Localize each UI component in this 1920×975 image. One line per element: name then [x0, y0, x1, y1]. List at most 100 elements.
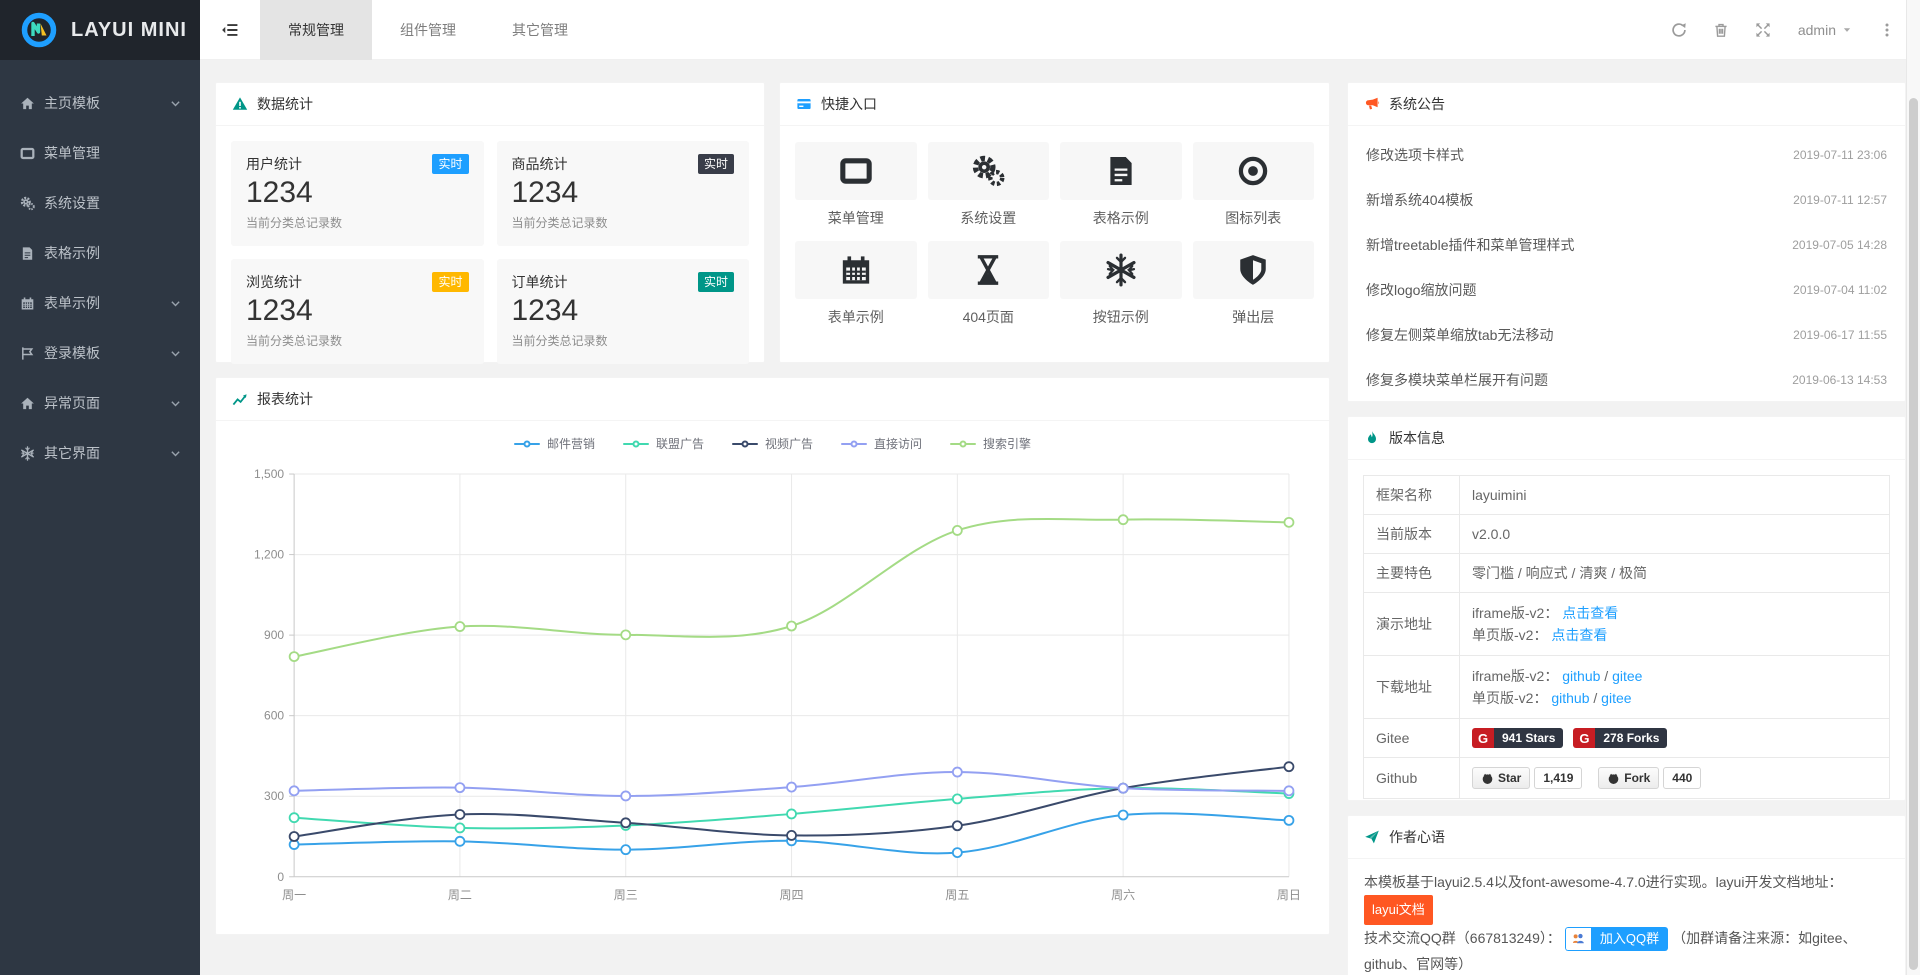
chevron-down-icon [169, 347, 182, 360]
app-root: LAYUI MINI 主页模板 菜单管理 系统设置 表格示例 表单 [0, 0, 1920, 975]
sidebar-item-label: 表格示例 [44, 243, 100, 263]
gitee-stars-badge[interactable]: G 941 Stars [1472, 728, 1563, 748]
sidebar-item-login-templates[interactable]: 登录模板 [0, 328, 200, 378]
gitee-forks-badge[interactable]: G 278 Forks [1573, 728, 1667, 748]
github-fork-label: Fork [1624, 771, 1650, 785]
svg-text:周日: 周日 [1277, 888, 1301, 902]
quick-entry-table-examples[interactable]: 表格示例 [1060, 142, 1182, 228]
stat-label: 订单统计 [512, 272, 568, 292]
github-fork-count[interactable]: 440 [1663, 767, 1701, 789]
tab-component-management[interactable]: 组件管理 [372, 0, 484, 60]
legend-item-搜索引擎[interactable]: 搜索引擎 [950, 435, 1031, 452]
github-star-count[interactable]: 1,419 [1534, 767, 1582, 789]
megaphone-icon [1364, 96, 1380, 112]
quick-entry-menu-management[interactable]: 菜单管理 [795, 142, 917, 228]
octocat-icon [1607, 772, 1620, 785]
svg-text:300: 300 [264, 789, 284, 803]
sidebar-item-label: 登录模板 [44, 343, 100, 363]
stat-card-products: 商品统计 实时 1234 当前分类总记录数 [497, 141, 750, 246]
github-star-button[interactable]: Star [1472, 767, 1530, 789]
panel-title: 系统公告 [1389, 94, 1445, 114]
sidebar-menu: 主页模板 菜单管理 系统设置 表格示例 表单示例 登录 [0, 60, 200, 478]
octocat-icon [1481, 772, 1494, 785]
download-spa-github-link[interactable]: github [1551, 690, 1589, 706]
quick-entry-system-settings[interactable]: 系统设置 [928, 142, 1050, 228]
notice-text: 新增系统404模板 [1366, 190, 1473, 210]
legend-marker-icon [841, 443, 867, 445]
sidebar-item-table-examples[interactable]: 表格示例 [0, 228, 200, 278]
sidebar-item-error-pages[interactable]: 异常页面 [0, 378, 200, 428]
notice-item: 新增系统404模板 2019-07-11 12:57 [1366, 177, 1887, 222]
more-menu-button[interactable] [1870, 13, 1904, 47]
caret-down-icon [1842, 25, 1852, 35]
legend-item-视频广告[interactable]: 视频广告 [732, 435, 813, 452]
stat-label: 用户统计 [246, 154, 302, 174]
stat-label: 商品统计 [512, 154, 568, 174]
tab-general-management[interactable]: 常规管理 [260, 0, 372, 60]
notice-date: 2019-07-05 14:28 [1792, 238, 1887, 252]
github-fork-button[interactable]: Fork [1598, 767, 1659, 789]
layui-doc-badge[interactable]: layui文档 [1364, 895, 1433, 925]
gitee-stars-count: 941 Stars [1494, 728, 1563, 748]
sidebar-item-other-ui[interactable]: 其它界面 [0, 428, 200, 478]
chevron-down-icon [169, 397, 182, 410]
legend-item-联盟广告[interactable]: 联盟广告 [623, 435, 704, 452]
user-dropdown[interactable]: admin [1788, 22, 1862, 38]
download-iframe-github-link[interactable]: github [1562, 668, 1600, 684]
paper-plane-icon [1364, 829, 1380, 845]
features-label: 主要特色 [1364, 554, 1460, 593]
svg-text:周二: 周二 [448, 888, 472, 902]
legend-item-邮件营销[interactable]: 邮件营销 [514, 435, 595, 452]
download-spa-prefix: 单页版-v2： [1472, 690, 1547, 706]
sidebar-item-form-examples[interactable]: 表单示例 [0, 278, 200, 328]
join-qq-group-label: 加入QQ群 [1591, 927, 1668, 951]
refresh-icon [1671, 22, 1687, 38]
legend-item-直接访问[interactable]: 直接访问 [841, 435, 922, 452]
quick-entry-popup-layer[interactable]: 弹出层 [1193, 241, 1315, 327]
quick-entry-button-examples[interactable]: 按钮示例 [1060, 241, 1182, 327]
demo-iframe-prefix: iframe版-v2： [1472, 605, 1558, 621]
quick-entry-form-examples[interactable]: 表单示例 [795, 241, 917, 327]
demo-spa-link[interactable]: 点击查看 [1551, 627, 1607, 643]
refresh-button[interactable] [1662, 13, 1696, 47]
quick-entry-label: 表格示例 [1060, 208, 1182, 228]
topbar-actions: admin [1662, 13, 1920, 47]
flag-icon [20, 346, 35, 361]
quick-entry-icon-list[interactable]: 图标列表 [1193, 142, 1315, 228]
sidebar-toggle-button[interactable] [200, 0, 260, 60]
gears-icon [20, 196, 35, 211]
sidebar-toggle-icon [221, 21, 239, 39]
demo-iframe-link[interactable]: 点击查看 [1562, 605, 1618, 621]
demo-address-label: 演示地址 [1364, 593, 1460, 656]
scrollbar-thumb[interactable] [1909, 98, 1918, 970]
download-iframe-gitee-link[interactable]: gitee [1612, 668, 1642, 684]
quick-entry-label: 表单示例 [795, 307, 917, 327]
join-qq-group-button[interactable]: 加入QQ群 [1565, 927, 1668, 951]
tab-bar: 常规管理 组件管理 其它管理 [260, 0, 596, 60]
tab-other-management[interactable]: 其它管理 [484, 0, 596, 60]
sidebar-item-system-settings[interactable]: 系统设置 [0, 178, 200, 228]
legend-label: 视频广告 [765, 435, 813, 452]
stat-card-users: 用户统计 实时 1234 当前分类总记录数 [231, 141, 484, 246]
file-icon [1104, 154, 1138, 188]
sidebar-item-label: 系统设置 [44, 193, 100, 213]
right-column: 系统公告 修改选项卡样式 2019-07-11 23:06 新增系统404模板 … [1347, 82, 1906, 975]
legend-label: 直接访问 [874, 435, 922, 452]
notice-item: 修复左侧菜单缩放tab无法移动 2019-06-17 11:55 [1366, 312, 1887, 357]
clear-cache-button[interactable] [1704, 13, 1738, 47]
notice-date: 2019-07-04 11:02 [1793, 283, 1887, 297]
sidebar-item-home-templates[interactable]: 主页模板 [0, 78, 200, 128]
demo-address-value: iframe版-v2： 点击查看 单页版-v2： 点击查看 [1460, 593, 1890, 656]
stat-desc: 当前分类总记录数 [246, 332, 469, 349]
stat-desc: 当前分类总记录数 [512, 332, 735, 349]
username: admin [1798, 22, 1836, 38]
sidebar-item-menu-management[interactable]: 菜单管理 [0, 128, 200, 178]
fullscreen-button[interactable] [1746, 13, 1780, 47]
panel-title: 版本信息 [1389, 428, 1445, 448]
gitee-logo-icon: G [1573, 728, 1595, 748]
svg-text:600: 600 [264, 709, 284, 723]
download-spa-gitee-link[interactable]: gitee [1601, 690, 1631, 706]
svg-text:1,500: 1,500 [254, 467, 284, 481]
kebab-menu-icon [1879, 22, 1895, 38]
quick-entry-404-page[interactable]: 404页面 [928, 241, 1050, 327]
